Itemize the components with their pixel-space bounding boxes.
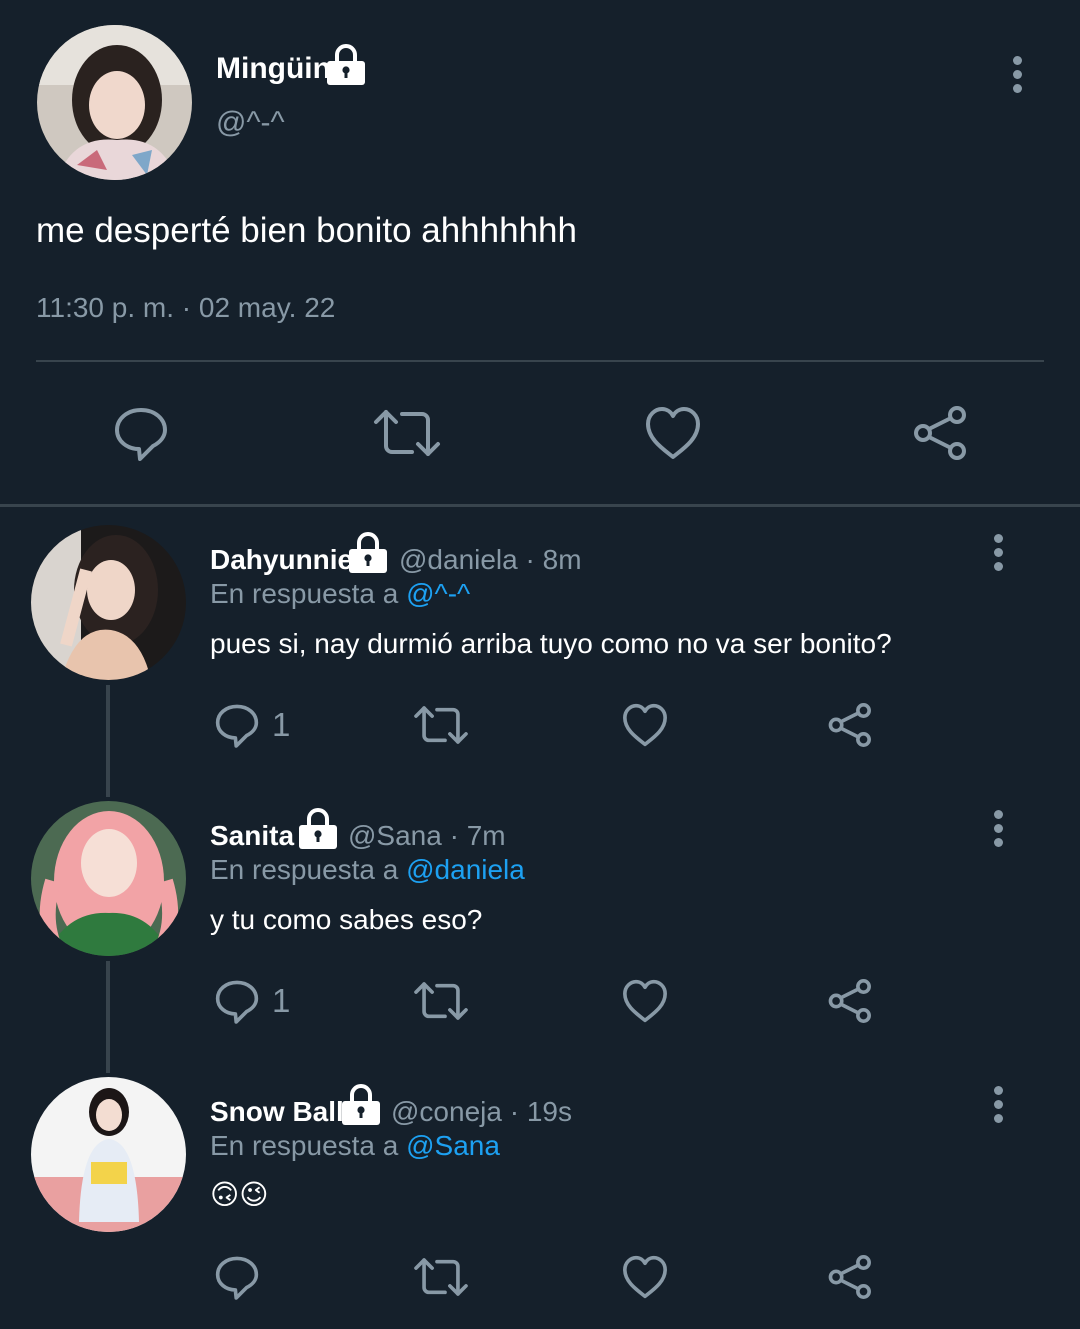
reply-time: 8m [542,544,582,575]
retweet-icon[interactable] [412,976,470,1026]
reply-text: pues si, nay durmió arriba tuyo como no … [210,628,892,659]
mention-link[interactable]: @^-^ [406,578,470,609]
tweet-text: me desperté bien bonito ahhhhhhh [36,211,577,250]
share-icon[interactable] [824,976,874,1026]
retweet-icon[interactable] [412,700,470,750]
reply-text: 🙃😉 [210,1179,269,1210]
thread-line [106,685,110,797]
share-icon[interactable] [824,1252,874,1302]
avatar[interactable] [31,525,186,680]
tweet-timestamp: 11:30 p. m. · 02 may. 22 [36,292,336,323]
handle[interactable]: @^-^ [216,106,285,140]
section-divider [0,504,1080,507]
avatar[interactable] [31,801,186,956]
separator: · [525,544,535,575]
separator: · [509,1096,520,1127]
reply-context: En respuesta a @^-^ [210,578,470,610]
reply-context-label: En respuesta a [210,1130,399,1161]
retweet-icon[interactable] [372,402,442,464]
mention-link[interactable]: @daniela [406,854,525,885]
share-icon[interactable] [824,700,874,750]
lock-icon [342,1084,380,1125]
reply-time: 7m [466,820,506,851]
more-options-icon[interactable] [983,1086,1013,1126]
reply-context: En respuesta a @daniela [210,854,525,886]
separator: · [449,820,459,851]
lock-icon [327,44,365,85]
display-name[interactable]: Mingüin [216,52,331,86]
reply-meta: @coneja · 19s [391,1096,572,1128]
display-name[interactable]: Snow Ball [210,1096,344,1128]
reply-meta: @Sana · 7m [348,820,506,852]
reply-context: En respuesta a @Sana [210,1130,500,1162]
avatar[interactable] [31,1077,186,1232]
handle[interactable]: @daniela [399,544,518,575]
handle[interactable]: @coneja [391,1096,502,1127]
more-options-icon[interactable] [983,810,1013,850]
reply-icon[interactable] [212,1252,262,1302]
reply-meta: @daniela · 8m [399,544,582,576]
display-name[interactable]: Dahyunnie [210,544,353,576]
handle[interactable]: @Sana [348,820,442,851]
like-icon[interactable] [620,976,670,1026]
reply-context-label: En respuesta a [210,578,399,609]
more-options-icon[interactable] [1002,56,1032,96]
reply-icon[interactable] [212,976,262,1026]
lock-icon [299,808,337,849]
like-icon[interactable] [620,1252,670,1302]
lock-icon [349,532,387,573]
like-icon[interactable] [620,700,670,750]
display-name[interactable]: Sanita [210,820,294,852]
share-icon[interactable] [908,402,970,464]
more-options-icon[interactable] [983,534,1013,574]
avatar[interactable] [37,25,192,180]
reply-text: y tu como sabes eso? [210,904,483,935]
reply-icon[interactable] [212,700,262,750]
thread-line [106,961,110,1073]
mention-link[interactable]: @Sana [406,1130,500,1161]
reply-icon[interactable] [110,402,172,464]
retweet-icon[interactable] [412,1252,470,1302]
reply-context-label: En respuesta a [210,854,399,885]
like-icon[interactable] [643,402,703,464]
reply-count: 1 [272,706,291,743]
reply-count: 1 [272,982,291,1019]
divider [36,360,1044,362]
reply-time: 19s [526,1096,572,1127]
